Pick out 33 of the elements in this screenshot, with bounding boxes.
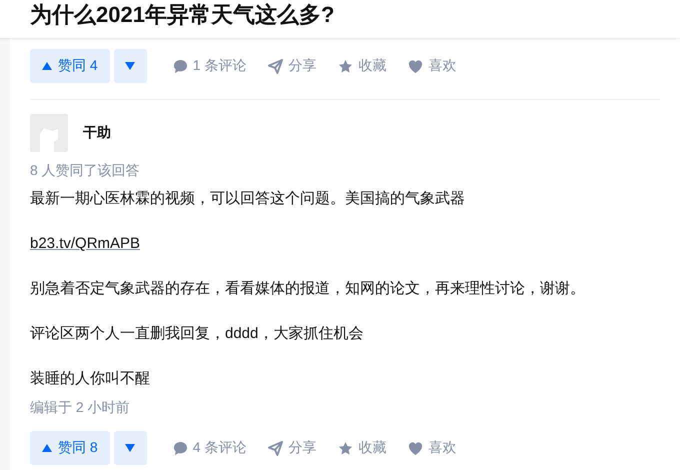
paper-plane-icon xyxy=(268,440,284,456)
like-button[interactable]: 喜欢 xyxy=(408,57,456,75)
share-button[interactable]: 分享 xyxy=(268,57,316,75)
star-icon xyxy=(338,58,354,74)
link[interactable]: b23.tv/QRmAPB xyxy=(30,235,140,252)
edit-time[interactable]: 编辑于 2 小时前 xyxy=(30,399,660,417)
speech-bubble-icon xyxy=(172,440,188,456)
answer-paragraph: 别急着否定气象武器的存在，看看媒体的报道，知网的论文，再来理性讨论，谢谢。 xyxy=(30,280,586,297)
question-title: 为什么2021年异常天气这么多? xyxy=(30,1,334,29)
triangle-up-icon xyxy=(42,62,52,70)
heart-icon xyxy=(408,440,424,456)
answer-paragraph: 评论区两个人一直删我回复，dddd，大家抓住机会 xyxy=(30,325,364,342)
triangle-down-icon xyxy=(125,444,136,452)
like-button[interactable]: 喜欢 xyxy=(408,439,456,457)
downvote-button[interactable] xyxy=(114,431,147,465)
triangle-down-icon xyxy=(125,62,136,70)
upvote-summary: 8 人赞同了该回答 xyxy=(30,162,141,180)
upvote-button[interactable]: 赞同 4 xyxy=(30,49,110,83)
paper-plane-icon xyxy=(268,58,284,74)
speech-bubble-icon xyxy=(172,58,188,74)
downvote-button[interactable] xyxy=(114,49,147,83)
favorite-button[interactable]: 收藏 xyxy=(338,439,386,457)
comment-button[interactable]: 4 条评论 xyxy=(172,439,246,457)
answer-paragraph: 最新一期心医林霖的视频，可以回答这个问题。美国搞的气象武器 xyxy=(30,190,466,207)
comment-button[interactable]: 1 条评论 xyxy=(172,57,246,75)
heart-icon xyxy=(408,58,424,74)
favorite-button[interactable]: 收藏 xyxy=(338,57,386,75)
share-button[interactable]: 分享 xyxy=(268,439,316,457)
upvote-button[interactable]: 赞同 8 xyxy=(30,431,110,465)
author-name[interactable]: 干助 xyxy=(83,124,111,142)
triangle-up-icon xyxy=(42,444,52,452)
answer-paragraph: 装睡的人你叫不醒 xyxy=(30,370,151,387)
star-icon xyxy=(338,440,354,456)
